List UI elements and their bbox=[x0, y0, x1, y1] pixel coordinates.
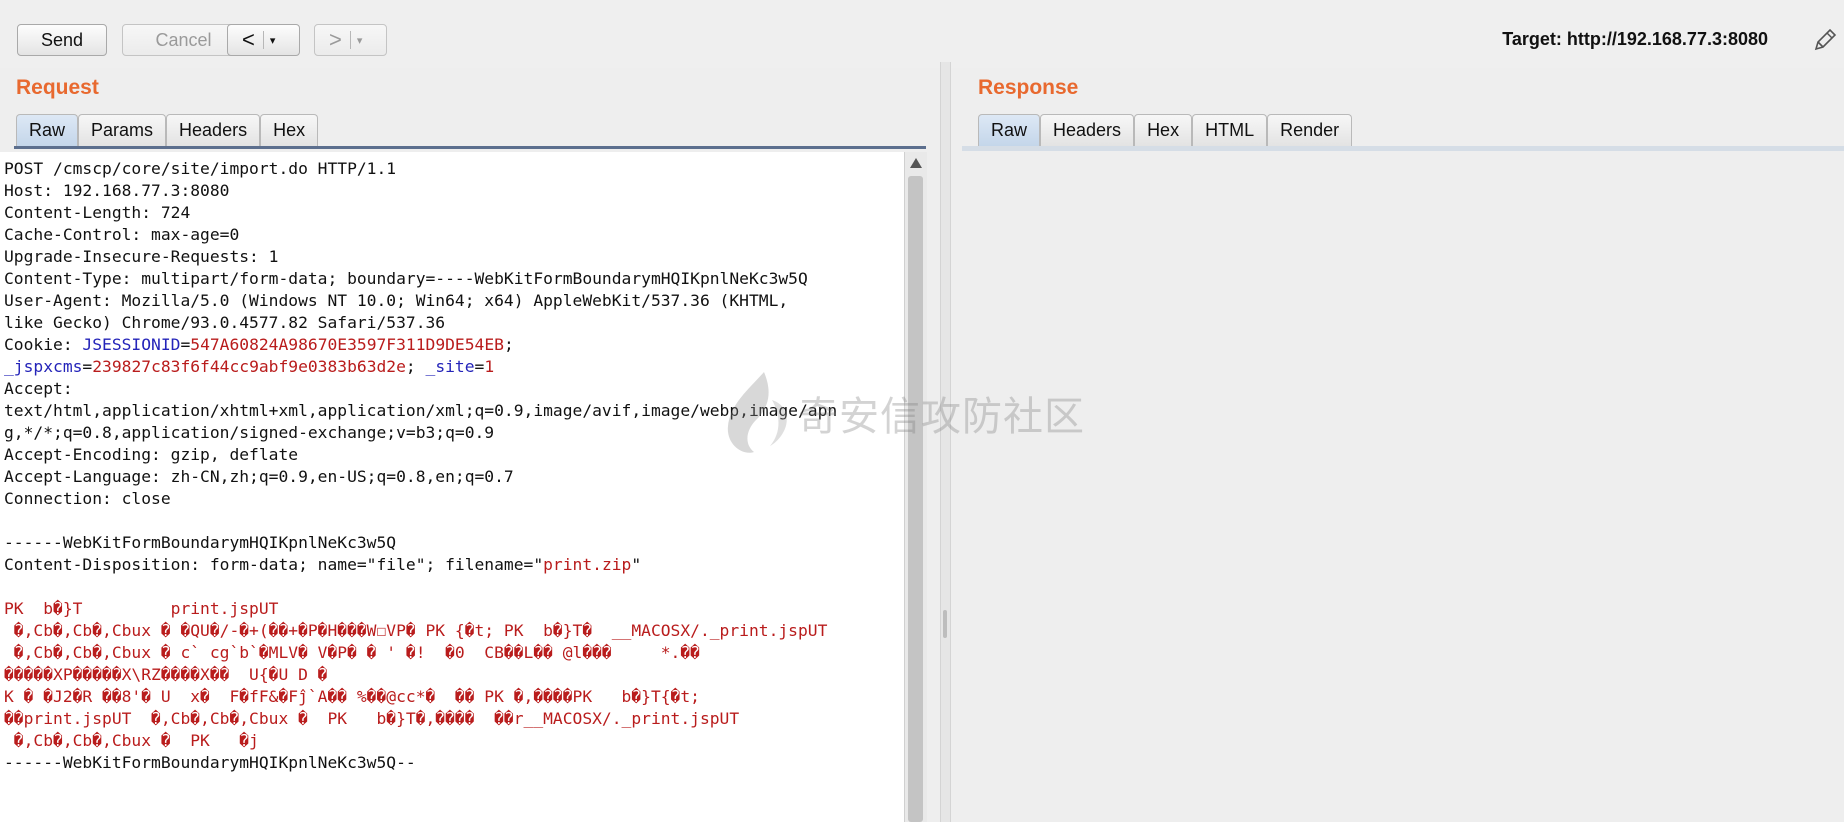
separator bbox=[349, 31, 351, 49]
target-label: Target: http://192.168.77.3:8080 bbox=[1502, 29, 1768, 49]
response-title: Response bbox=[978, 76, 1079, 99]
response-raw-editor[interactable] bbox=[962, 152, 1844, 822]
scroll-up-arrow-icon[interactable] bbox=[910, 158, 922, 168]
cookie-value: 1 bbox=[484, 357, 495, 376]
line-suffix: " bbox=[631, 555, 642, 574]
forward-button[interactable]: > ▾ bbox=[314, 24, 387, 56]
tab-headers[interactable]: Headers bbox=[166, 114, 261, 146]
line: Content-Length: 724 bbox=[4, 203, 191, 222]
tab-raw[interactable]: Raw bbox=[16, 114, 79, 146]
toolbar: Send Cancel < ▾ > ▾ Target: http://192.1… bbox=[0, 0, 1844, 68]
tab-hex[interactable]: Hex bbox=[260, 114, 319, 146]
request-title: Request bbox=[16, 76, 99, 99]
line: g,*/*;q=0.8,application/signed-exchange;… bbox=[4, 423, 495, 442]
line: Accept-Language: zh-CN,zh;q=0.9,en-US;q=… bbox=[4, 467, 514, 486]
line: Cache-Control: max-age=0 bbox=[4, 225, 240, 244]
tab-underline bbox=[962, 146, 1844, 151]
line: Host: 192.168.77.3:8080 bbox=[4, 181, 230, 200]
binary-line: �����XP�����X\RZ����X�� U{�U D � bbox=[4, 665, 328, 684]
line: Upgrade-Insecure-Requests: 1 bbox=[4, 247, 279, 266]
tab-render[interactable]: Render bbox=[1267, 114, 1353, 146]
line: Connection: close bbox=[4, 489, 171, 508]
binary-line: �,Cb�,Cb�,Cbux � c` cg`b`�MLV� V�P� � ' … bbox=[4, 643, 700, 662]
separator bbox=[262, 31, 264, 49]
cookie-name: _jspxcms bbox=[4, 357, 83, 376]
back-arrow-label: < bbox=[242, 27, 255, 52]
scrollbar-thumb[interactable] bbox=[908, 176, 923, 822]
line: Content-Type: multipart/form-data; bound… bbox=[4, 269, 808, 288]
cookie-name: JSESSIONID bbox=[82, 335, 181, 354]
splitter-grip[interactable] bbox=[943, 610, 947, 638]
cookie-prefix: Cookie: bbox=[4, 335, 83, 354]
send-button[interactable]: Send bbox=[17, 24, 107, 56]
binary-line: �,Cb�,Cb�,Cbux � �QU�/-�+(��+�P�H���W☐VP… bbox=[4, 621, 828, 640]
forward-arrow-label: > bbox=[329, 27, 342, 52]
request-text[interactable]: POST /cmscp/core/site/import.do HTTP/1.1… bbox=[0, 152, 904, 774]
request-scrollbar[interactable] bbox=[904, 152, 927, 822]
back-button[interactable]: < ▾ bbox=[227, 24, 300, 56]
request-raw-editor[interactable]: POST /cmscp/core/site/import.do HTTP/1.1… bbox=[0, 152, 904, 822]
upload-filename: print.zip bbox=[543, 555, 632, 574]
line: ------WebKitFormBoundarymHQIKpnlNeKc3w5Q bbox=[4, 533, 397, 552]
tab-hex[interactable]: Hex bbox=[1134, 114, 1193, 146]
line: ------WebKitFormBoundarymHQIKpnlNeKc3w5Q… bbox=[4, 753, 416, 772]
line: User-Agent: Mozilla/5.0 (Windows NT 10.0… bbox=[4, 291, 789, 310]
tab-params[interactable]: Params bbox=[78, 114, 167, 146]
tab-underline bbox=[14, 146, 926, 149]
cookie-name: _site bbox=[425, 357, 475, 376]
line: POST /cmscp/core/site/import.do HTTP/1.1 bbox=[4, 159, 397, 178]
line: Accept-Encoding: gzip, deflate bbox=[4, 445, 299, 464]
binary-line: K � �J2�R ��8'� U x� F�fF&�Fĵ`A�� %��@cc… bbox=[4, 687, 700, 706]
dropdown-chevron-icon[interactable]: ▾ bbox=[357, 34, 363, 47]
tab-headers[interactable]: Headers bbox=[1040, 114, 1135, 146]
tab-raw[interactable]: Raw bbox=[978, 114, 1041, 146]
line: like Gecko) Chrome/93.0.4577.82 Safari/5… bbox=[4, 313, 446, 332]
dropdown-chevron-icon[interactable]: ▾ bbox=[270, 34, 276, 47]
line: Accept: bbox=[4, 379, 73, 398]
cookie-value: 547A60824A98670E3597F311D9DE54EB bbox=[190, 335, 504, 354]
response-tabs: Raw Headers Hex HTML Render bbox=[978, 114, 1353, 146]
binary-line: ��print.jspUT �,Cb�,Cb�,Cbux � PK b�}T�,… bbox=[4, 709, 740, 728]
request-tabs: Raw Params Headers Hex bbox=[16, 114, 319, 146]
pencil-icon[interactable] bbox=[1812, 27, 1838, 53]
line-prefix: Content-Disposition: form-data; name="fi… bbox=[4, 555, 544, 574]
binary-line: PK b�}T print.jspUT bbox=[4, 599, 279, 618]
tab-html[interactable]: HTML bbox=[1192, 114, 1268, 146]
line: text/html,application/xhtml+xml,applicat… bbox=[4, 401, 838, 420]
binary-line: �,Cb�,Cb�,Cbux � PK �j bbox=[4, 731, 259, 750]
cookie-value: 239827c83f6f44cc9abf9e0383b63d2e bbox=[92, 357, 406, 376]
pane-splitter[interactable] bbox=[940, 62, 951, 822]
